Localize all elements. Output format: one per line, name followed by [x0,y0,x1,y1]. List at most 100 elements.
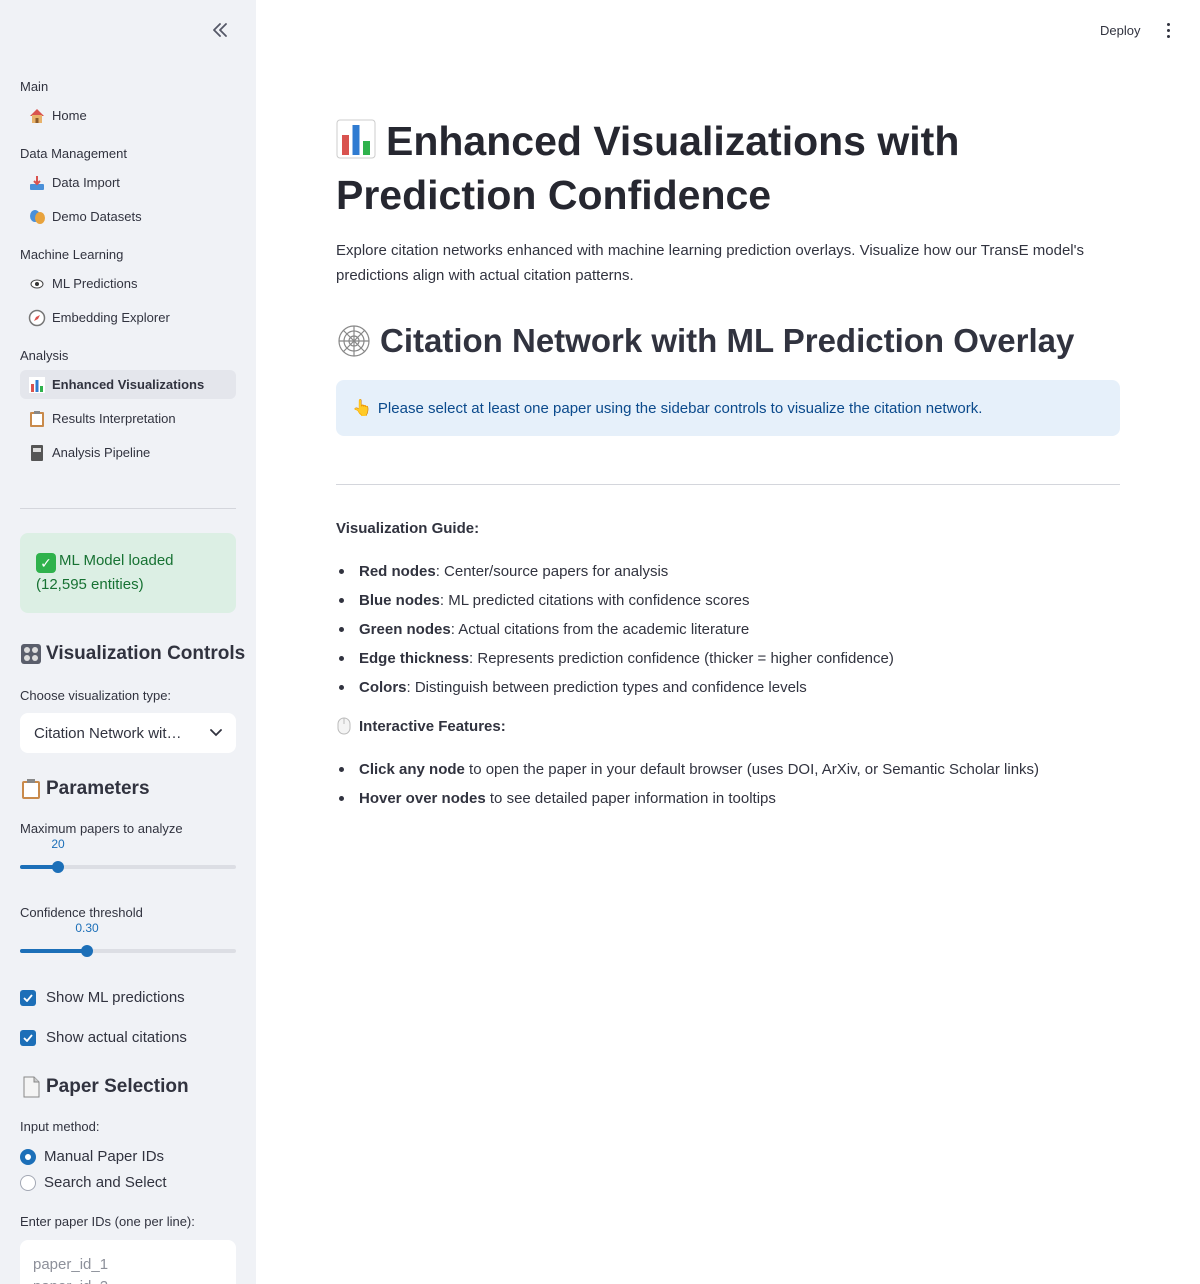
parameters-heading: Parameters [20,778,150,800]
kebab-dot [1166,34,1170,38]
house-icon [28,107,46,125]
nav-item-label: ML Predictions [52,276,138,291]
slider-value: 0.30 [75,921,99,935]
nav-section-data-management: Data Management [20,146,127,161]
show-predictions-checkbox[interactable]: Show ML predictions [20,989,185,1006]
kebab-dot [1166,28,1170,32]
nav-section-machine-learning: Machine Learning [20,247,124,262]
input-method-label: Input method: [20,1119,100,1134]
kebab-dot [1166,22,1170,26]
eye-icon [28,275,46,293]
nav-item-embedding-explorer[interactable]: Embedding Explorer [20,303,236,332]
spider-web-icon [338,325,370,357]
double-chevron-left-icon [213,23,227,37]
checkbox-checked[interactable] [20,989,36,1006]
bar-chart-icon [28,376,46,394]
check-mark-icon: ✓ [36,553,56,573]
list-item-desc: : Actual citations from the academic lit… [450,621,750,638]
list-item: Colors: Distinguish between prediction t… [336,673,1120,702]
features-title-text: Interactive Features: [359,717,506,735]
bar-chart-icon [336,119,376,159]
page-icon [20,1076,42,1098]
nav-item-label: Results Interpretation [52,411,176,426]
vis-type-select[interactable]: Citation Network wit… [20,713,236,753]
list-item: Hover over nodes to see detailed paper i… [336,784,1120,813]
features-list: Click any node to open the paper in your… [336,755,1120,813]
list-item: Edge thickness: Represents prediction co… [336,644,1120,673]
visualization-controls-heading: Visualization Controls [20,643,245,665]
list-item-desc: : ML predicted citations with confidence… [439,592,750,609]
radio-label: Search and Select [44,1174,167,1191]
slider-value: 20 [51,837,65,851]
list-item-term: Click any node [359,761,465,778]
list-item-term: Blue nodes [359,592,440,609]
checkmark-icon [23,1033,33,1042]
radio-unselected[interactable] [20,1174,36,1191]
nav-item-ml-predictions[interactable]: ML Predictions [20,269,236,298]
model-status-line2: (12,595 entities) [36,576,144,593]
model-status-alert: ✓ ML Model loaded (12,595 entities) [20,533,236,613]
slider-fill [20,949,87,953]
show-actual-checkbox[interactable]: Show actual citations [20,1029,187,1046]
sidebar: Main Home Data Management Data Import De… [0,0,256,1284]
checkbox-label: Show ML predictions [46,989,185,1006]
info-message: Please select at least one paper using t… [377,399,983,417]
slider-thumb[interactable] [81,945,93,957]
paper-ids-label: Enter paper IDs (one per line): [20,1214,195,1229]
list-item-term: Red nodes [359,563,436,580]
confidence-slider[interactable]: 0.30 [20,921,236,963]
checkmark-icon [23,993,33,1002]
paper-selection-title: Paper Selection [46,1076,189,1097]
page-title-text: Enhanced Visualizations with Prediction … [336,118,960,218]
list-item-desc: to see detailed paper information in too… [485,790,776,807]
radio-selected[interactable] [20,1148,36,1165]
nav-item-label: Data Import [52,175,120,190]
nav-item-home[interactable]: Home [20,101,236,130]
vis-type-value: Citation Network wit… [34,724,182,742]
section-heading-text: Citation Network with ML Prediction Over… [380,322,1075,359]
compass-icon [28,309,46,327]
model-status-line1: ML Model loaded [59,552,174,569]
nav-section-analysis: Analysis [20,348,69,363]
clipboard-icon [28,410,46,428]
max-papers-slider[interactable]: 20 [20,837,236,879]
inbox-tray-icon [28,174,46,192]
nav-item-demo-datasets[interactable]: Demo Datasets [20,202,236,231]
intro-paragraph: Explore citation networks enhanced with … [336,242,1084,284]
list-item-desc: to open the paper in your default browse… [464,761,1040,778]
list-item-term: Green nodes [359,621,451,638]
paper-ids-textarea[interactable]: paper_id_1 paper_id_2 [20,1240,236,1284]
nav-item-label: Enhanced Visualizations [52,377,205,392]
checkbox-checked[interactable] [20,1029,36,1046]
max-papers-label: Maximum papers to analyze [20,821,183,836]
list-item-term: Colors [359,679,407,696]
confidence-label: Confidence threshold [20,905,143,920]
section-heading: Citation Network with ML Prediction Over… [336,318,1120,364]
list-item-desc: : Center/source papers for analysis [435,563,669,580]
nav-item-enhanced-visualizations[interactable]: Enhanced Visualizations [20,370,236,399]
sidebar-nav: Main Home Data Management Data Import De… [20,78,236,472]
performing-arts-icon [28,208,46,226]
nav-item-label: Analysis Pipeline [52,445,151,460]
list-item-desc: : Represents prediction confidence (thic… [469,650,894,667]
slider-thumb[interactable] [52,861,64,873]
deploy-button[interactable]: Deploy [1092,18,1148,42]
nav-item-label: Home [52,108,87,123]
radio-manual-ids[interactable]: Manual Paper IDs [20,1148,164,1165]
notebook-icon [28,444,46,462]
sidebar-divider [20,508,236,509]
info-alert: 👆 Please select at least one paper using… [336,380,1120,436]
mouse-icon [337,717,351,735]
list-item-term: Hover over nodes [359,790,486,807]
nav-item-data-import[interactable]: Data Import [20,168,236,197]
nav-item-analysis-pipeline[interactable]: Analysis Pipeline [20,438,236,467]
textarea-placeholder-line: paper_id_2 [33,1276,223,1284]
collapse-sidebar-button[interactable] [208,18,232,42]
list-item: Red nodes: Center/source papers for anal… [336,557,1120,586]
list-item: Blue nodes: ML predicted citations with … [336,586,1120,615]
nav-item-results-interpretation[interactable]: Results Interpretation [20,404,236,433]
visualization-controls-title: Visualization Controls [46,643,246,664]
main-menu-button[interactable] [1160,18,1176,42]
clipboard-icon [20,778,42,800]
radio-search-select[interactable]: Search and Select [20,1174,167,1191]
